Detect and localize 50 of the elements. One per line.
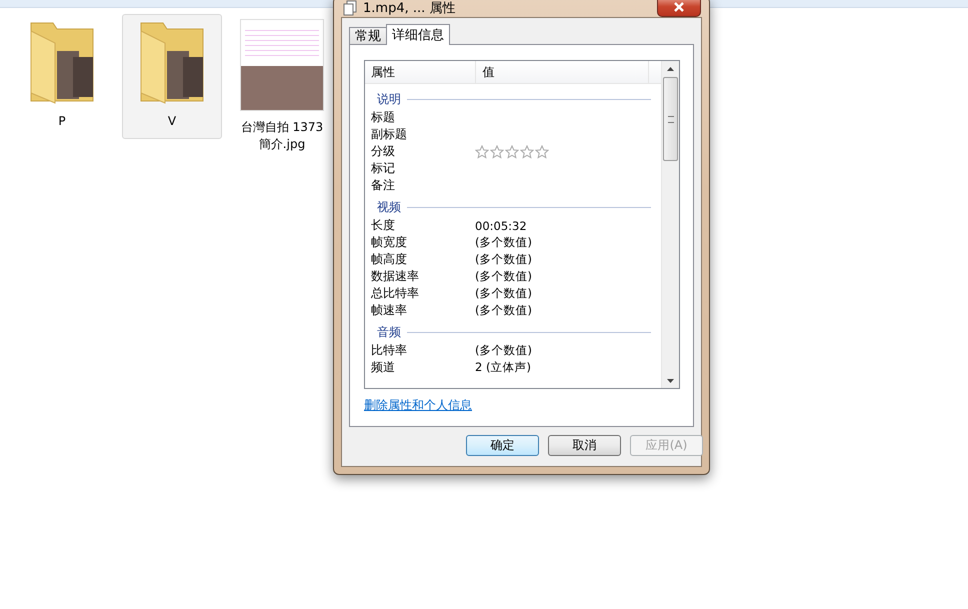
property-value: (多个数值) bbox=[475, 252, 532, 267]
document-icon bbox=[343, 0, 357, 16]
file-name: V bbox=[166, 113, 178, 130]
property-value: 2 (立体声) bbox=[475, 360, 531, 375]
close-button[interactable] bbox=[657, 0, 701, 17]
tab[interactable]: 详细信息 bbox=[386, 24, 450, 45]
section-heading: 说明 bbox=[377, 90, 401, 108]
dialog-button[interactable]: 确定 bbox=[466, 435, 539, 456]
remove-properties-link[interactable]: 删除属性和个人信息 bbox=[364, 397, 472, 414]
scrollbar[interactable] bbox=[661, 61, 679, 388]
column-header[interactable]: 属性 bbox=[365, 61, 476, 83]
star-icon[interactable] bbox=[475, 144, 489, 158]
scroll-down-icon[interactable] bbox=[667, 379, 674, 383]
property-name: 分级 bbox=[371, 143, 396, 160]
star-icon[interactable] bbox=[520, 144, 534, 158]
property-name: 频道 bbox=[371, 359, 396, 376]
file-name: P bbox=[57, 113, 67, 130]
window-title: 1.mp4, ... 属性 bbox=[363, 0, 456, 17]
property-value: (多个数值) bbox=[475, 235, 532, 250]
scroll-up-icon[interactable] bbox=[667, 67, 674, 71]
dialog-button[interactable]: 取消 bbox=[548, 435, 621, 456]
close-icon[interactable] bbox=[673, 2, 685, 12]
section-heading: 音频 bbox=[377, 324, 401, 340]
file-item[interactable]: 台灣自拍 1373 簡介.jpg bbox=[232, 14, 332, 162]
property-name: 数据速率 bbox=[371, 268, 420, 285]
tab[interactable]: 常规 bbox=[349, 27, 387, 44]
star-icon[interactable] bbox=[505, 144, 519, 158]
file-item[interactable]: V bbox=[122, 14, 222, 139]
property-value: (多个数值) bbox=[475, 286, 532, 301]
property-name: 副标题 bbox=[371, 126, 408, 143]
property-name: 总比特率 bbox=[371, 285, 420, 302]
property-value: (多个数值) bbox=[475, 303, 532, 318]
star-icon[interactable] bbox=[535, 144, 549, 158]
section-heading: 视频 bbox=[377, 198, 401, 216]
property-value: (多个数值) bbox=[475, 269, 532, 284]
property-name: 标记 bbox=[371, 160, 396, 177]
column-header[interactable]: 值 bbox=[476, 61, 649, 83]
property-value: 00:05:32 bbox=[475, 218, 527, 232]
property-name: 帧宽度 bbox=[371, 234, 408, 251]
file-item[interactable]: P bbox=[12, 14, 112, 139]
property-name: 标题 bbox=[371, 109, 396, 126]
property-value: (多个数值) bbox=[475, 343, 532, 358]
star-icon[interactable] bbox=[490, 144, 504, 158]
property-name: 帧速率 bbox=[371, 302, 408, 319]
property-name: 比特率 bbox=[371, 342, 408, 359]
file-name: 台灣自拍 1373 簡介.jpg bbox=[240, 119, 324, 153]
property-name: 帧高度 bbox=[371, 251, 408, 268]
rating-stars[interactable] bbox=[475, 144, 549, 158]
property-name: 长度 bbox=[371, 217, 396, 234]
property-name: 备注 bbox=[371, 177, 396, 194]
